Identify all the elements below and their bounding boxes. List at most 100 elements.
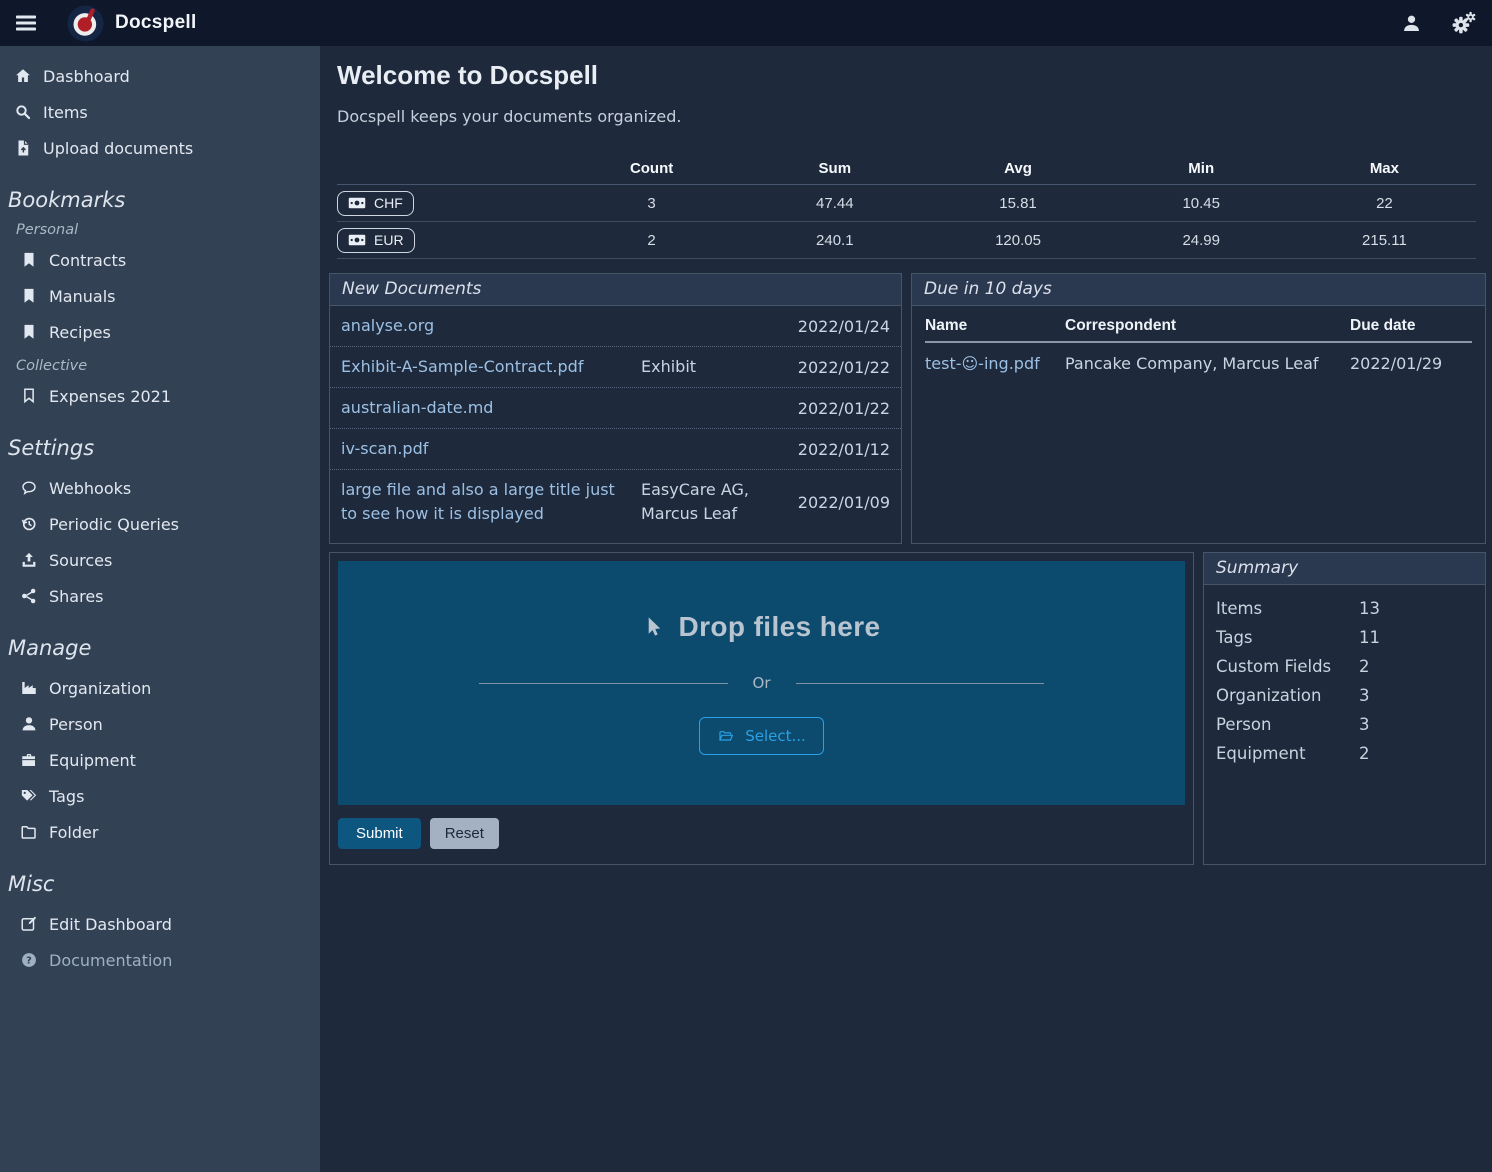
select-files-button[interactable]: Select... [699,717,824,755]
submit-button[interactable]: Submit [338,818,421,849]
stats-header-sum: Sum [743,160,926,177]
summary-row: Custom Fields 2 [1216,652,1473,681]
due-panel-title: Due in 10 days [912,274,1485,306]
sidebar-item-recipes[interactable]: Recipes [0,314,320,350]
summary-row: Person 3 [1216,710,1473,739]
stats-table: Count Sum Avg Min Max CHF 3 47.44 15. [337,152,1476,259]
sidebar-item-periodic-queries[interactable]: Periodic Queries [0,506,320,542]
misc-section-header: Misc [8,872,320,896]
sidebar-item-webhooks[interactable]: Webhooks [0,470,320,506]
sidebar-item-contracts[interactable]: Contracts [0,242,320,278]
sidebar-item-sources[interactable]: Sources [0,542,320,578]
document-link[interactable]: iv-scan.pdf [341,437,641,461]
reset-button[interactable]: Reset [430,818,499,849]
currency-label: EUR [374,232,404,248]
stat-sum: 240.1 [743,232,926,249]
currency-badge-chf[interactable]: CHF [337,191,414,216]
sidebar-item-upload-documents[interactable]: Upload documents [0,130,320,166]
sidebar-item-label: Edit Dashboard [49,915,172,934]
summary-list: Items 13 Tags 11 Custom Fields 2 Organiz… [1204,585,1485,777]
sidebar-item-label: Equipment [49,751,136,770]
currency-badge-eur[interactable]: EUR [337,228,415,253]
document-link[interactable]: large file and also a large title just t… [341,478,641,526]
stats-header-max: Max [1293,160,1476,177]
sidebar-item-label: Manuals [49,287,115,306]
sidebar-item-documentation[interactable]: ? Documentation [0,942,320,978]
person-icon [20,715,38,733]
summary-value: 13 [1359,599,1380,618]
summary-value: 11 [1359,628,1380,647]
sidebar-item-label: Webhooks [49,479,131,498]
bookmark-group-personal-header: Personal [16,222,320,238]
page-subtitle: Docspell keeps your documents organized. [337,107,1486,126]
file-dropzone[interactable]: Drop files here Or Select... [338,561,1185,805]
stats-row-eur: EUR 2 240.1 120.05 24.99 215.11 [337,222,1476,259]
new-documents-panel: New Documents analyse.org 2022/01/24 Exh… [329,273,902,544]
cogs-icon[interactable] [1451,11,1476,36]
sidebar-item-organization[interactable]: Organization [0,670,320,706]
stats-header-count: Count [560,160,743,177]
due-table: Name Correspondent Due date test-☺-ing.p… [912,306,1485,388]
page-title: Welcome to Docspell [337,60,1486,91]
briefcase-icon [20,751,38,769]
due-header-name: Name [925,317,1065,335]
document-link[interactable]: Exhibit-A-Sample-Contract.pdf [341,355,641,379]
bookmark-icon [20,287,38,305]
stats-row-chf: CHF 3 47.44 15.81 10.45 22 [337,185,1476,222]
sidebar-item-manuals[interactable]: Manuals [0,278,320,314]
brand[interactable]: Docspell [67,5,197,42]
due-correspondent: Pancake Company, Marcus Leaf [1065,354,1350,373]
document-link[interactable]: analyse.org [341,314,641,338]
sidebar-item-label: Upload documents [43,139,193,158]
document-date: 2022/01/12 [796,440,890,459]
divider-line [479,683,728,684]
search-icon [14,103,32,121]
manage-section-header: Manage [8,636,320,660]
sidebar-item-expenses-2021[interactable]: Expenses 2021 [0,378,320,414]
sidebar-item-items[interactable]: Items [0,94,320,130]
document-correspondent: Exhibit [641,355,796,379]
document-link[interactable]: test-☺-ing.pdf [925,354,1065,373]
folder-open-icon [717,728,735,744]
stat-min: 10.45 [1110,195,1293,212]
stats-header-avg: Avg [926,160,1109,177]
stat-avg: 120.05 [926,232,1109,249]
main-content: Welcome to Docspell Docspell keeps your … [320,46,1492,1172]
bookmark-outline-icon [20,387,38,405]
sidebar-item-label: Sources [49,551,112,570]
document-row: australian-date.md 2022/01/22 [330,387,901,428]
sidebar-item-label: Folder [49,823,98,842]
due-row: test-☺-ing.pdf Pancake Company, Marcus L… [925,343,1472,384]
sidebar-item-dashboard[interactable]: Dasbhoard [0,58,320,94]
summary-label: Person [1216,715,1359,734]
document-row: analyse.org 2022/01/24 [330,306,901,346]
select-label: Select... [745,727,806,745]
stats-header-row: Count Sum Avg Min Max [337,152,1476,185]
summary-row: Equipment 2 [1216,739,1473,768]
menu-icon[interactable] [14,11,38,35]
summary-label: Items [1216,599,1359,618]
summary-title: Summary [1204,553,1485,585]
sidebar-item-label: Periodic Queries [49,515,179,534]
user-icon[interactable] [1401,13,1422,34]
document-date: 2022/01/22 [796,399,890,418]
upload-actions: Submit Reset [338,818,1185,849]
sidebar-item-person[interactable]: Person [0,706,320,742]
bookmark-icon [20,251,38,269]
sidebar-item-tags[interactable]: Tags [0,778,320,814]
sidebar-item-label: Shares [49,587,104,606]
currency-label: CHF [374,195,403,211]
home-icon [14,67,32,85]
folder-icon [20,823,38,841]
sidebar-item-folder[interactable]: Folder [0,814,320,850]
panels-row-1: New Documents analyse.org 2022/01/24 Exh… [329,273,1486,544]
sidebar-item-equipment[interactable]: Equipment [0,742,320,778]
sidebar-item-edit-dashboard[interactable]: Edit Dashboard [0,906,320,942]
summary-value: 3 [1359,686,1370,705]
due-header-row: Name Correspondent Due date [925,310,1472,343]
sidebar-item-shares[interactable]: Shares [0,578,320,614]
document-link[interactable]: australian-date.md [341,396,641,420]
svg-text:?: ? [26,955,32,966]
summary-panel: Summary Items 13 Tags 11 Custom Fields 2 [1203,552,1486,865]
stat-max: 215.11 [1293,232,1476,249]
